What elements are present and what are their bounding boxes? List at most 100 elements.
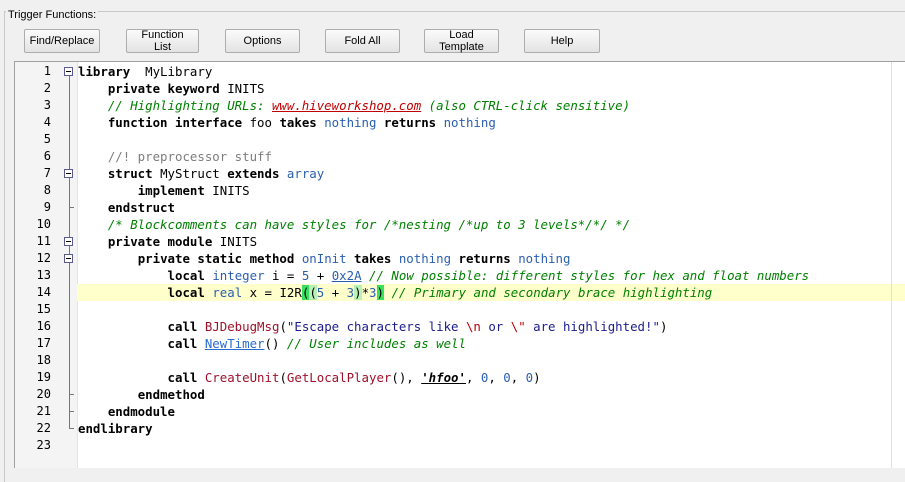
code-line-text: local real x = I2R((5 + 3)*3) // Primary… bbox=[78, 284, 712, 301]
code-token: nothing bbox=[518, 251, 571, 266]
code-line[interactable]: private module INITS bbox=[15, 233, 905, 250]
code-line[interactable]: //! preprocessor stuff bbox=[15, 148, 905, 165]
code-token: 3 bbox=[369, 285, 377, 300]
function-list-button[interactable]: Function List bbox=[126, 29, 199, 53]
code-area[interactable]: 1 library MyLibrary 2 private keyword INIT… bbox=[15, 62, 905, 468]
code-token: ) bbox=[354, 285, 362, 300]
code-token: i = bbox=[264, 268, 302, 283]
code-editor[interactable]: 1 library MyLibrary 2 private keyword INIT… bbox=[14, 61, 905, 468]
code-token: 0x2A bbox=[331, 268, 362, 283]
code-line-text: endmethod bbox=[78, 386, 205, 403]
fold-end-marker bbox=[69, 411, 74, 412]
code-token: ( bbox=[279, 319, 287, 334]
code-line-text: call NewTimer() // User includes as well bbox=[78, 335, 466, 352]
code-line[interactable]: endstruct bbox=[15, 199, 905, 216]
code-token: () bbox=[264, 336, 287, 351]
fold-toggle-icon[interactable] bbox=[64, 169, 73, 178]
code-token: endmethod bbox=[137, 387, 205, 402]
code-token: MyLibrary bbox=[130, 64, 213, 79]
code-line[interactable]: local integer i = 5 + 0x2A // Now possib… bbox=[15, 267, 905, 284]
fold-toggle-icon[interactable] bbox=[64, 67, 73, 76]
code-token: private module bbox=[107, 234, 213, 249]
code-line[interactable]: call CreateUnit(GetLocalPlayer(), 'hfoo'… bbox=[15, 369, 905, 386]
code-token: CreateUnit bbox=[204, 370, 280, 385]
code-line[interactable]: private keyword INITS bbox=[15, 80, 905, 97]
code-line-text: endmodule bbox=[78, 403, 175, 420]
code-line[interactable]: endmodule bbox=[15, 403, 905, 420]
code-token: MyStruct bbox=[152, 166, 228, 181]
code-line[interactable]: // Highlighting URLs: www.hiveworkshop.c… bbox=[15, 97, 905, 114]
code-token: ) bbox=[533, 370, 541, 385]
code-token: takes bbox=[354, 251, 392, 266]
code-token: call bbox=[167, 370, 198, 385]
code-line-text: private keyword INITS bbox=[78, 80, 265, 97]
fold-toggle-icon[interactable] bbox=[64, 237, 73, 246]
code-token: nothing bbox=[443, 115, 496, 130]
load-template-button[interactable]: Load Template bbox=[424, 29, 499, 53]
fold-toggle-icon[interactable] bbox=[64, 254, 73, 263]
code-token: INITS bbox=[204, 183, 250, 198]
code-line[interactable]: endmethod bbox=[15, 386, 905, 403]
code-line[interactable]: struct MyStruct extends array bbox=[15, 165, 905, 182]
code-line-text: local integer i = 5 + 0x2A // Now possib… bbox=[78, 267, 810, 284]
code-token: or bbox=[480, 319, 511, 334]
code-token: "Escape characters like bbox=[286, 319, 466, 334]
code-line[interactable]: local real x = I2R((5 + 3)*3) // Primary… bbox=[77, 284, 905, 301]
code-line[interactable] bbox=[15, 301, 905, 318]
code-token: , bbox=[510, 370, 526, 385]
code-token: INITS bbox=[219, 81, 265, 96]
code-token: // User includes as well bbox=[286, 336, 466, 351]
code-token: endmodule bbox=[107, 404, 175, 419]
help-button[interactable]: Help bbox=[524, 29, 600, 53]
code-token: implement bbox=[137, 183, 205, 198]
code-line-text: //! preprocessor stuff bbox=[78, 148, 272, 165]
code-token: private static method bbox=[137, 251, 295, 266]
code-line[interactable]: implement INITS bbox=[15, 182, 905, 199]
code-line[interactable] bbox=[15, 131, 905, 148]
code-line-text: // Highlighting URLs: www.hiveworkshop.c… bbox=[78, 97, 630, 114]
code-line-text: private module INITS bbox=[78, 233, 257, 250]
code-line[interactable]: call BJDebugMsg("Escape characters like … bbox=[15, 318, 905, 335]
find-replace-button[interactable]: Find/Replace bbox=[24, 29, 100, 53]
code-token: INITS bbox=[212, 234, 258, 249]
code-token: integer bbox=[212, 268, 265, 283]
code-line[interactable]: private static method onInit takes nothi… bbox=[15, 250, 905, 267]
code-line[interactable]: library MyLibrary bbox=[15, 63, 905, 80]
code-token: NewTimer bbox=[204, 336, 265, 351]
fold-end-marker bbox=[69, 394, 74, 395]
code-line[interactable] bbox=[15, 352, 905, 369]
group-title: Trigger Functions: bbox=[6, 9, 99, 21]
edge-line bbox=[891, 62, 892, 468]
code-token: // Highlighting URLs: bbox=[107, 98, 272, 113]
code-line[interactable] bbox=[15, 437, 905, 454]
code-line[interactable]: /* Blockcomments can have styles for /*n… bbox=[15, 216, 905, 233]
options-button[interactable]: Options bbox=[225, 29, 300, 53]
code-line[interactable]: call NewTimer() // User includes as well bbox=[15, 335, 905, 352]
code-token: foo bbox=[242, 115, 280, 130]
code-line[interactable]: endlibrary bbox=[15, 420, 905, 437]
code-token: private keyword bbox=[107, 81, 220, 96]
code-token: + bbox=[324, 285, 347, 300]
code-token: //! preprocessor stuff bbox=[107, 149, 272, 164]
fold-guide bbox=[69, 75, 70, 428]
code-token: struct bbox=[107, 166, 153, 181]
code-token: \" bbox=[510, 319, 526, 334]
code-token: are highlighted!" bbox=[525, 319, 660, 334]
code-line[interactable]: function interface foo takes nothing ret… bbox=[15, 114, 905, 131]
fold-all-button[interactable]: Fold All bbox=[325, 29, 400, 53]
